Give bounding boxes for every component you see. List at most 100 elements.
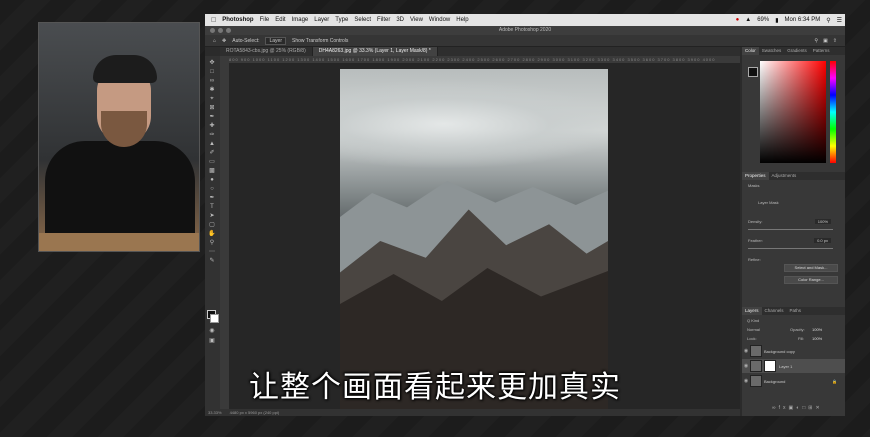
frame-tool-icon[interactable]: ⊠	[208, 105, 216, 111]
move-tool-icon[interactable]: ✥	[208, 60, 216, 66]
tab-properties[interactable]: Properties	[742, 172, 769, 180]
feather-label: Feather:	[748, 238, 763, 243]
search-icon[interactable]: ⚲	[826, 17, 830, 24]
dodge-tool-icon[interactable]: ○	[208, 186, 216, 192]
layer-mask-label: Layer Mask	[758, 200, 779, 205]
battery-icon[interactable]: ▮	[775, 17, 778, 24]
auto-select-dropdown[interactable]: Layer	[265, 36, 286, 45]
menu-app-name[interactable]: Photoshop	[222, 17, 253, 23]
menu-filter[interactable]: Filter	[377, 17, 390, 23]
density-value[interactable]: 100%	[814, 219, 831, 224]
menu-3d[interactable]: 3D	[396, 17, 404, 23]
apple-icon[interactable]: 	[211, 17, 216, 24]
vertical-ruler	[220, 56, 229, 409]
document-size[interactable]: 4480 px x 5960 px (240 ppi)	[230, 409, 280, 416]
type-tool-icon[interactable]: T	[208, 204, 216, 210]
home-icon[interactable]: ⌂	[213, 38, 216, 44]
lasso-tool-icon[interactable]: ∞	[208, 78, 216, 84]
screen-mode-icon[interactable]: ▣	[208, 338, 216, 344]
quick-select-tool-icon[interactable]: ✱	[208, 87, 216, 93]
history-brush-tool-icon[interactable]: ✐	[208, 150, 216, 156]
more-tools-icon[interactable]: ⋯	[208, 249, 216, 255]
mac-menubar:  Photoshop File Edit Image Layer Type S…	[205, 14, 845, 26]
clone-stamp-tool-icon[interactable]: ▲	[208, 141, 216, 147]
hue-slider[interactable]	[830, 61, 836, 163]
layer-thumbnail	[750, 345, 762, 357]
rectangle-tool-icon[interactable]: ▢	[208, 222, 216, 228]
blend-mode-dropdown[interactable]: Normal	[747, 327, 760, 332]
tab-gradients[interactable]: Gradients	[784, 47, 810, 55]
visibility-eye-icon[interactable]: ◉	[742, 348, 750, 354]
layer-kind-filter[interactable]: Q Kind	[747, 318, 759, 323]
hand-tool-icon[interactable]: ✋	[208, 231, 216, 237]
tab-document-2[interactable]: DH4A8263.jpg @ 33.3% (Layer 1, Layer Mas…	[312, 47, 438, 56]
tab-adjustments[interactable]: Adjustments	[769, 172, 800, 180]
workspace-icon[interactable]: ▣	[823, 38, 828, 44]
menu-image[interactable]: Image	[292, 17, 309, 23]
menu-list-icon[interactable]: ☰	[837, 17, 842, 24]
right-panels: Color Swatches Gradients Patterns Proper…	[742, 47, 845, 416]
tab-layers[interactable]: Layers	[742, 307, 762, 315]
menu-edit[interactable]: Edit	[275, 17, 285, 23]
webcam-overlay	[38, 22, 200, 252]
zoom-level[interactable]: 33.33%	[208, 409, 222, 416]
clock[interactable]: Mon 6:34 PM	[785, 17, 821, 23]
minimize-window-icon[interactable]	[218, 28, 223, 33]
menu-window[interactable]: Window	[429, 17, 450, 23]
menu-file[interactable]: File	[260, 17, 270, 23]
color-picker-field[interactable]	[760, 61, 826, 163]
masks-label: Masks	[748, 183, 760, 188]
feather-value[interactable]: 0.0 px	[814, 238, 831, 243]
tab-color[interactable]: Color	[742, 47, 759, 55]
zoom-window-icon[interactable]	[226, 28, 231, 33]
quick-mask-icon[interactable]: ◉	[208, 328, 216, 334]
marquee-tool-icon[interactable]: □	[208, 69, 216, 75]
window-controls	[210, 28, 231, 33]
fill-value[interactable]: 100%	[812, 336, 822, 341]
healing-brush-tool-icon[interactable]: ✚	[208, 123, 216, 129]
density-label: Density:	[748, 219, 763, 224]
opacity-value[interactable]: 100%	[812, 327, 822, 332]
tools-panel: ✥ □ ∞ ✱ ⌖ ⊠ ✒ ✚ ✑ ▲ ✐ ▭ ▩ ● ○ ✒ T ➤ ▢ ✋ …	[205, 56, 221, 409]
tab-patterns[interactable]: Patterns	[810, 47, 833, 55]
share-icon[interactable]: ⇧	[833, 38, 837, 44]
menu-layer[interactable]: Layer	[314, 17, 329, 23]
brush-tool-icon[interactable]: ✑	[208, 132, 216, 138]
feather-slider[interactable]	[748, 248, 833, 249]
crop-tool-icon[interactable]: ⌖	[208, 96, 216, 102]
color-range-button[interactable]: Color Range...	[784, 276, 838, 284]
zoom-tool-icon[interactable]: ⚲	[208, 240, 216, 246]
gradient-tool-icon[interactable]: ▩	[208, 168, 216, 174]
eyedropper-tool-icon[interactable]: ✒	[208, 114, 216, 120]
layer-row-background-copy[interactable]: ◉ Background copy	[742, 344, 845, 358]
properties-panel: Properties Adjustments Masks Layer Mask …	[742, 172, 845, 302]
tab-document-1[interactable]: ROTA5843-cbs.jpg @ 25% (RGB/8)	[220, 47, 313, 56]
edit-toolbar-icon[interactable]: ✎	[208, 258, 216, 264]
show-transform-checkbox[interactable]: Show Transform Controls	[292, 38, 348, 44]
close-window-icon[interactable]	[210, 28, 215, 33]
select-and-mask-button[interactable]: Select and Mask...	[784, 264, 838, 272]
mountain-photo[interactable]	[340, 69, 608, 409]
eraser-tool-icon[interactable]: ▭	[208, 159, 216, 165]
density-slider[interactable]	[748, 229, 833, 230]
tab-channels[interactable]: Channels	[762, 307, 787, 315]
record-icon[interactable]: ●	[736, 17, 740, 23]
canvas-area[interactable]	[229, 63, 740, 409]
wifi-icon[interactable]: ▲	[745, 17, 751, 23]
presenter-desk	[39, 233, 199, 251]
menu-select[interactable]: Select	[354, 17, 371, 23]
path-select-tool-icon[interactable]: ➤	[208, 213, 216, 219]
color-panel-swatch[interactable]	[748, 67, 758, 77]
background-color-swatch[interactable]	[210, 314, 219, 323]
battery-percent[interactable]: 69%	[757, 17, 769, 23]
blur-tool-icon[interactable]: ●	[208, 177, 216, 183]
menu-view[interactable]: View	[410, 17, 423, 23]
tab-paths[interactable]: Paths	[787, 307, 805, 315]
pen-tool-icon[interactable]: ✒	[208, 195, 216, 201]
move-tool-icon[interactable]: ✥	[222, 38, 226, 44]
search-icon[interactable]: ⚲	[814, 38, 818, 44]
menu-type[interactable]: Type	[335, 17, 348, 23]
horizontal-ruler: 800 900 1000 1100 1200 1300 1400 1500 16…	[229, 56, 740, 63]
menu-help[interactable]: Help	[456, 17, 468, 23]
tab-swatches[interactable]: Swatches	[759, 47, 785, 55]
